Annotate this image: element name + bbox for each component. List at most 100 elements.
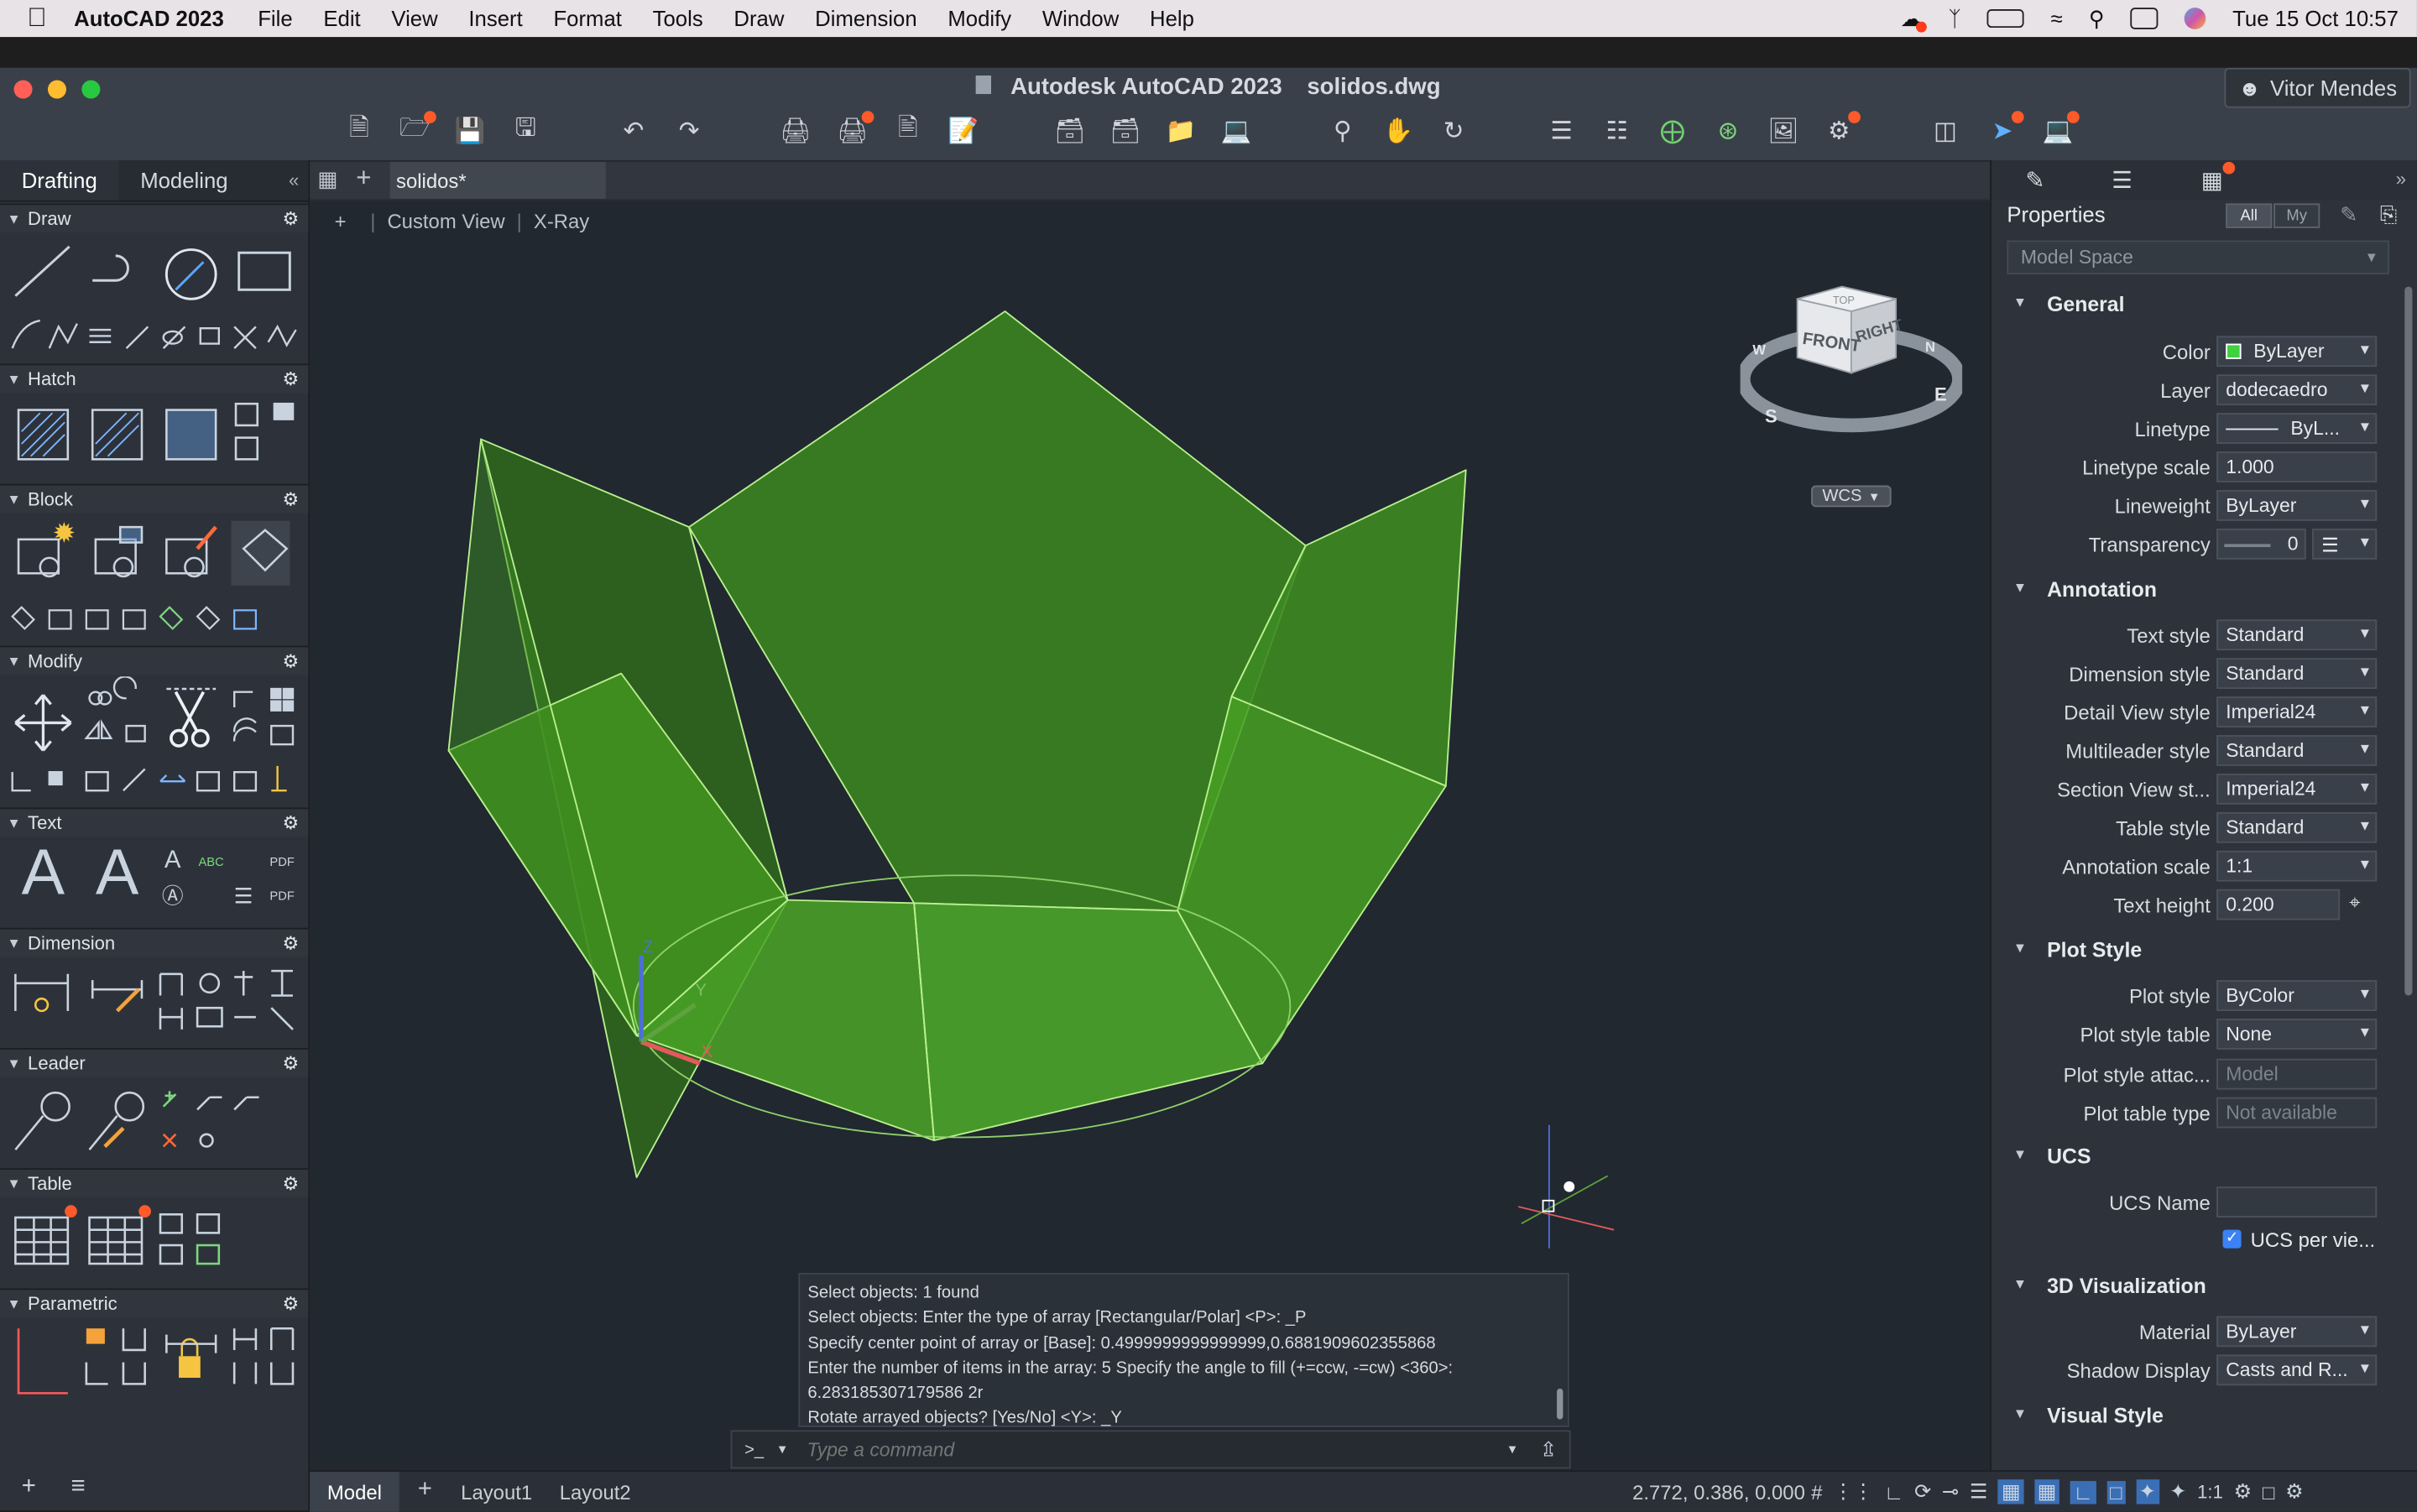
export-icon[interactable]: 🗃 [1109,114,1142,148]
text-pdf-icon[interactable]: PDF [265,847,299,875]
send-icon[interactable]: ➤ [1986,111,2024,148]
category-plot-style[interactable]: ▼ Plot Style [1992,934,2395,971]
menu-format[interactable]: Format [553,6,621,30]
expand-panel-icon[interactable]: » [2396,168,2406,190]
section-leader-header[interactable]: ▼ Leader ⚙ [0,1047,309,1077]
category-3d-visualization[interactable]: ▼ 3D Visualization [1992,1270,2395,1306]
prop-detail-view-style-value[interactable]: Imperial24 [2216,696,2378,727]
tab-layout1[interactable]: Layout1 [461,1472,532,1512]
section-block-header[interactable]: ▼ Block ⚙ [0,483,309,514]
drawing-canvas[interactable]: + | Custom View | X-Ray Z X Y FRONT RIGH… [310,200,1991,1471]
3d-osnap-icon[interactable]: ∟ [2070,1480,2096,1504]
apple-icon[interactable]:  [0,3,74,34]
prop-plot-style-table-value[interactable]: None [2216,1019,2378,1050]
menu-file[interactable]: File [258,6,292,30]
open-file-icon[interactable]: 🗁 [398,111,436,148]
gear-icon[interactable]: ⚙ [283,812,300,834]
ortho-icon[interactable]: ∟ [1884,1480,1903,1504]
prop-color-value[interactable]: ByLayer [2216,336,2378,368]
share-command-icon[interactable]: ⇫ [1540,1437,1557,1462]
start-tab-icon[interactable]: ▦ [317,168,339,190]
prop-dimension-style-value[interactable]: Standard [2216,658,2378,690]
transparency-slider[interactable] [2224,544,2271,548]
bluetooth-icon[interactable]: ᛉ [1949,6,1961,30]
markup-icon[interactable]: ⚙ [1822,111,1861,148]
section-draw-header[interactable]: ▼ Draw ⚙ [0,203,309,233]
prop-shadow-display-value[interactable]: Casts and R... [2216,1354,2378,1386]
zoom-window-icon[interactable]: ⚲ [1326,114,1360,148]
plot-icon[interactable]: 🖨 [779,114,812,148]
menu-clock[interactable]: Tue 15 Oct 10:57 [2232,6,2399,30]
batch-plot-icon[interactable]: 🖨 [835,111,874,148]
menu-window[interactable]: Window [1042,6,1119,30]
section-parametric-header[interactable]: ▼ Parametric ⚙ [0,1288,309,1318]
text-align-icon[interactable]: ☰ [228,882,259,910]
category-annotation[interactable]: ▼ Annotation [1992,573,2395,610]
cloud-icon[interactable]: 💻 [2041,111,2080,148]
workspace-icon[interactable]: ⚙ [2234,1479,2252,1504]
tab-layout2[interactable]: Layout2 [560,1472,631,1512]
orbit-icon[interactable]: ↻ [1437,114,1470,148]
prop-ucs-name-value[interactable] [2216,1186,2378,1217]
single-line-text-icon[interactable]: A [86,835,148,909]
prop-plot-style-value[interactable]: ByColor [2216,980,2378,1011]
category-general[interactable]: ▼ General [1992,288,2395,325]
battery-icon[interactable] [1987,9,2025,29]
control-center-icon[interactable] [2130,8,2159,29]
siri-icon[interactable] [2185,8,2206,29]
sheet-set-icon[interactable]: 🖼 [1767,114,1800,148]
text-style-icon[interactable]: A [157,847,188,875]
creative-cloud-icon[interactable]: ☁ [1901,5,1927,32]
multiline-text-icon[interactable]: A [15,835,70,909]
isodraft-icon[interactable]: ⊸ [1942,1479,1959,1504]
customization-icon[interactable]: ⚙ [2285,1479,2303,1504]
menu-help[interactable]: Help [1150,6,1194,30]
section-modify-header[interactable]: ▼ Modify ⚙ [0,645,309,675]
gear-icon[interactable]: ⚙ [283,932,300,954]
menu-tools[interactable]: Tools [653,6,703,30]
selection-cycling-icon[interactable]: ▦ [2033,1479,2059,1504]
menu-modify[interactable]: Modify [947,6,1011,30]
layer-properties-icon[interactable]: ☰ [1544,114,1578,148]
layer-state-icon[interactable]: ☷ [1600,114,1633,148]
command-input[interactable] [803,1436,1506,1462]
gear-icon[interactable]: ⚙ [283,1052,300,1074]
prop-transparency-value[interactable]: 0 [2216,528,2306,560]
annotation-visibility-icon[interactable]: ✦ [2135,1479,2159,1504]
gear-icon[interactable]: ⚙ [283,488,300,510]
recent-commands-icon[interactable]: ▼ [1506,1442,1519,1457]
pan-icon[interactable]: ✋ [1381,114,1415,148]
pick-height-icon[interactable]: ⌖ [2349,891,2360,915]
collapse-palette-icon[interactable]: « [289,169,299,191]
prop-table-style-value[interactable]: Standard [2216,811,2378,843]
gear-icon[interactable]: ⚙ [283,368,300,390]
wcs-menu[interactable]: WCS ▼ [1811,485,1892,508]
properties-scrollbar[interactable] [2404,286,2413,996]
units-icon[interactable]: □ [2263,1480,2274,1504]
properties-tab-icon[interactable]: ✎ [2025,166,2044,194]
plot-preview-icon[interactable]: 🖹 [891,114,925,148]
tool-palette-icon[interactable]: ⊛ [1711,114,1745,148]
prop-text-height-value[interactable]: 0.200 [2216,889,2341,920]
compare-icon[interactable]: ◫ [1929,114,1962,148]
tab-modeling[interactable]: Modeling [118,160,249,201]
ucs-per-viewport-checkbox[interactable]: ✓ [2222,1229,2242,1249]
section-dimension-header[interactable]: ▼ Dimension ⚙ [0,927,309,957]
section-text-header[interactable]: ▼ Text ⚙ [0,807,309,837]
new-tab-button[interactable]: + [356,164,371,195]
coordinates-display[interactable]: 2.772, 0.386, 0.000 [1632,1472,1805,1512]
wifi-icon[interactable]: ≈ [2050,6,2062,30]
page-setup-icon[interactable]: 📝 [947,114,980,148]
spell-check-icon[interactable]: ABC [194,847,227,875]
publish-icon[interactable]: 💻 [1219,114,1253,148]
spotlight-search-icon[interactable]: ⚲ [2089,5,2105,31]
prop-material-value[interactable]: ByLayer [2216,1316,2378,1348]
filter-my-button[interactable]: My [2273,203,2320,228]
dynamic-ucs-icon[interactable]: □ [2106,1480,2126,1504]
menu-dimension[interactable]: Dimension [815,6,916,30]
prop-annotation-scale-value[interactable]: 1:1 [2216,850,2378,882]
lineweight-icon[interactable]: ☰ [1970,1479,1987,1504]
transparency-icon[interactable]: ▦ [1998,1479,2024,1504]
annotation-scale-icon[interactable]: ✦ [2169,1479,2186,1504]
prop-linetype-value[interactable]: ByL... [2216,413,2378,444]
